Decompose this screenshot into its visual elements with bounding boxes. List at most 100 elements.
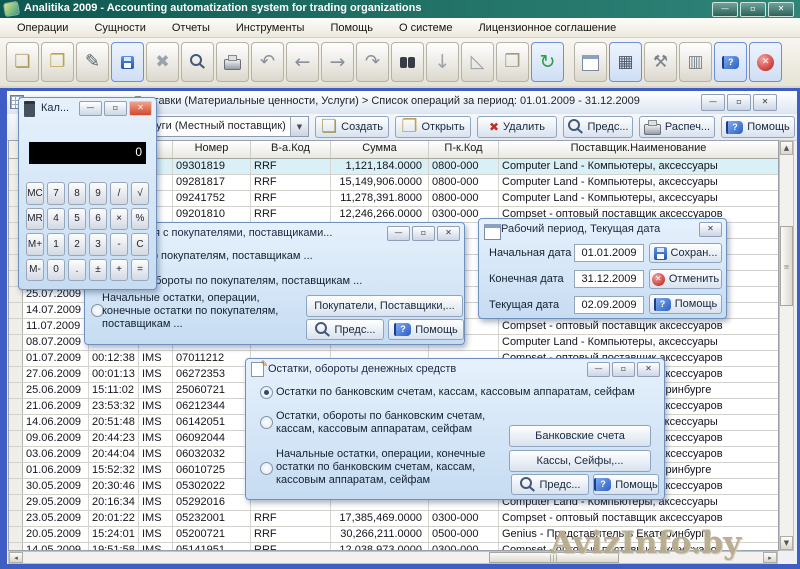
calc-key-+[interactable]: +	[110, 259, 128, 282]
calc-key-2[interactable]: 2	[68, 233, 86, 256]
period-dialog-titlebar[interactable]: Рабочий период, Текущая дата ✕	[479, 219, 726, 239]
удалить-button[interactable]: ✖Удалить	[477, 116, 557, 138]
row-selector[interactable]	[9, 303, 23, 318]
minimize-button[interactable]: —	[387, 226, 410, 241]
close-button[interactable]: ✕	[637, 362, 660, 377]
toolbar-new-button[interactable]: ❏	[6, 42, 39, 82]
dialog-button-1[interactable]: Предс...	[511, 474, 589, 495]
minimize-button[interactable]: —	[587, 362, 610, 377]
operation-type-dropdown[interactable]: Услуги (Местный поставщик) ▼	[133, 116, 309, 137]
toolbar-paste-button[interactable]: ❒	[496, 42, 529, 82]
maximize-button[interactable]: ▫	[727, 94, 751, 111]
calc-key-M+[interactable]: M+	[26, 233, 44, 256]
radio-option-2[interactable]	[260, 416, 273, 429]
minimize-button[interactable]: —	[712, 2, 738, 17]
row-selector[interactable]	[9, 495, 23, 510]
menu-item-6[interactable]: О системе	[386, 20, 465, 36]
помощь-button[interactable]: Помощь	[721, 116, 795, 138]
calc-key-0[interactable]: 0	[47, 259, 65, 282]
row-selector[interactable]	[9, 319, 23, 334]
scroll-down-arrow[interactable]: ▼	[780, 536, 793, 550]
period-date-input[interactable]: 01.01.2009	[574, 244, 644, 262]
maximize-button[interactable]: ▫	[412, 226, 435, 241]
распеч-button[interactable]: Распеч...	[639, 116, 715, 138]
toolbar-redo-button[interactable]: ↷	[356, 42, 389, 82]
calculator-titlebar[interactable]: Кал... —▫✕	[19, 98, 156, 118]
calc-key-MR[interactable]: MR	[26, 208, 44, 231]
row-selector[interactable]	[9, 511, 23, 526]
toolbar-exit-button[interactable]	[749, 42, 782, 82]
calc-key-M-[interactable]: M-	[26, 259, 44, 282]
calc-key-5[interactable]: 5	[68, 208, 86, 231]
chevron-down-icon[interactable]: ▼	[290, 117, 308, 136]
radio-option-1[interactable]	[260, 386, 273, 399]
close-button[interactable]: ✕	[437, 226, 460, 241]
minimize-button[interactable]: —	[701, 94, 725, 111]
vertical-scrollbar[interactable]: ▲ ≡ ▼	[779, 140, 794, 551]
toolbar-open-button[interactable]: ❐	[41, 42, 74, 82]
row-selector[interactable]	[9, 479, 23, 494]
menu-item-4[interactable]: Инструменты	[223, 20, 318, 36]
calc-key-%[interactable]: %	[131, 208, 149, 231]
menu-item-7[interactable]: Лицензионное соглашение	[465, 20, 629, 36]
close-button[interactable]: ✕	[699, 222, 722, 237]
toolbar-refresh-button[interactable]: ↻	[531, 42, 564, 82]
calc-key-6[interactable]: 6	[89, 208, 107, 231]
row-selector[interactable]	[9, 463, 23, 478]
calc-key-×[interactable]: ×	[110, 208, 128, 231]
toolbar-edit-button[interactable]: ✎	[76, 42, 109, 82]
row-selector[interactable]	[9, 543, 23, 551]
предс-button[interactable]: Предс...	[563, 116, 633, 138]
calc-key--[interactable]: -	[110, 233, 128, 256]
dialog-button-3[interactable]: Помощь	[388, 319, 464, 340]
calc-key-7[interactable]: 7	[47, 182, 65, 205]
maximize-button[interactable]: ▫	[612, 362, 635, 377]
radio-option-3[interactable]	[260, 462, 273, 475]
toolbar-measure-button[interactable]: ◺	[461, 42, 494, 82]
calc-key-√[interactable]: √	[131, 182, 149, 205]
row-selector[interactable]	[9, 527, 23, 542]
menu-item-2[interactable]: Сущности	[81, 20, 158, 36]
toolbar-calendar-button[interactable]	[574, 42, 607, 82]
calc-key-/[interactable]: /	[110, 182, 128, 205]
row-selector[interactable]	[9, 351, 23, 366]
toolbar-save-button[interactable]	[111, 42, 144, 82]
scroll-right-arrow[interactable]: ▸	[763, 552, 777, 563]
dialog-button-1[interactable]: Банковские счета	[509, 425, 651, 447]
dialog-button-2[interactable]: Помощь	[593, 474, 659, 495]
row-selector[interactable]	[9, 335, 23, 350]
calc-key-.[interactable]: .	[68, 259, 86, 282]
cash-dialog-titlebar[interactable]: Остатки, обороты денежных средств —▫✕	[246, 359, 664, 379]
scroll-up-arrow[interactable]: ▲	[780, 141, 793, 155]
menu-item-1[interactable]: Операции	[4, 20, 81, 36]
row-selector[interactable]	[9, 447, 23, 462]
toolbar-archive-button[interactable]: ▥	[679, 42, 712, 82]
toolbar-back-button[interactable]: ←	[286, 42, 319, 82]
dialog-button-3[interactable]: Помощь	[649, 294, 722, 314]
dialog-button-2[interactable]: Предс...	[306, 319, 384, 340]
minimize-button[interactable]: —	[79, 101, 102, 116]
vertical-scroll-thumb[interactable]: ≡	[780, 226, 793, 306]
close-button[interactable]: ✕	[129, 101, 152, 116]
toolbar-delete-button[interactable]: ✖	[146, 42, 179, 82]
toolbar-preview-button[interactable]	[181, 42, 214, 82]
calc-key-C[interactable]: C	[131, 233, 149, 256]
toolbar-down-button[interactable]: ↓	[426, 42, 459, 82]
dialog-button-2[interactable]: Отменить	[649, 269, 722, 289]
calc-key-8[interactable]: 8	[68, 182, 86, 205]
maximize-button[interactable]: ▫	[740, 2, 766, 17]
calc-key-4[interactable]: 4	[47, 208, 65, 231]
calc-key-±[interactable]: ±	[89, 259, 107, 282]
toolbar-print-button[interactable]	[216, 42, 249, 82]
menu-item-5[interactable]: Помощь	[317, 20, 386, 36]
toolbar-tools-button[interactable]: ⚒	[644, 42, 677, 82]
scroll-left-arrow[interactable]: ◂	[9, 552, 23, 563]
row-selector[interactable]	[9, 367, 23, 382]
close-button[interactable]: ✕	[753, 94, 777, 111]
toolbar-calculator-button[interactable]: ▦	[609, 42, 642, 82]
toolbar-help-button[interactable]	[714, 42, 747, 82]
dialog-button-1[interactable]: Покупатели, Поставщики,...	[306, 295, 463, 317]
row-selector[interactable]	[9, 415, 23, 430]
calc-key-=[interactable]: =	[131, 259, 149, 282]
menu-item-3[interactable]: Отчеты	[159, 20, 223, 36]
